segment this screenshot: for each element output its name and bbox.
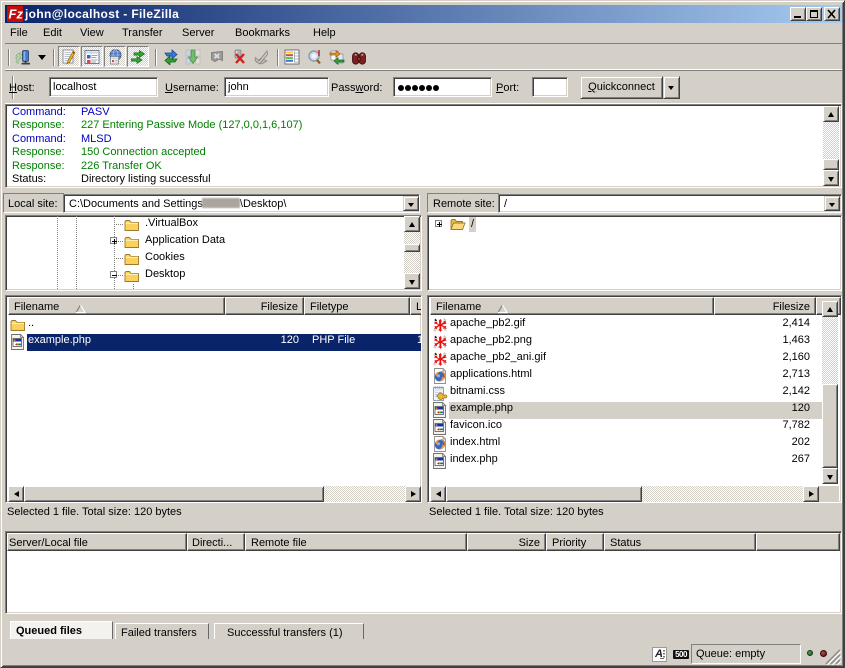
svg-text:Fz: Fz	[9, 7, 24, 22]
